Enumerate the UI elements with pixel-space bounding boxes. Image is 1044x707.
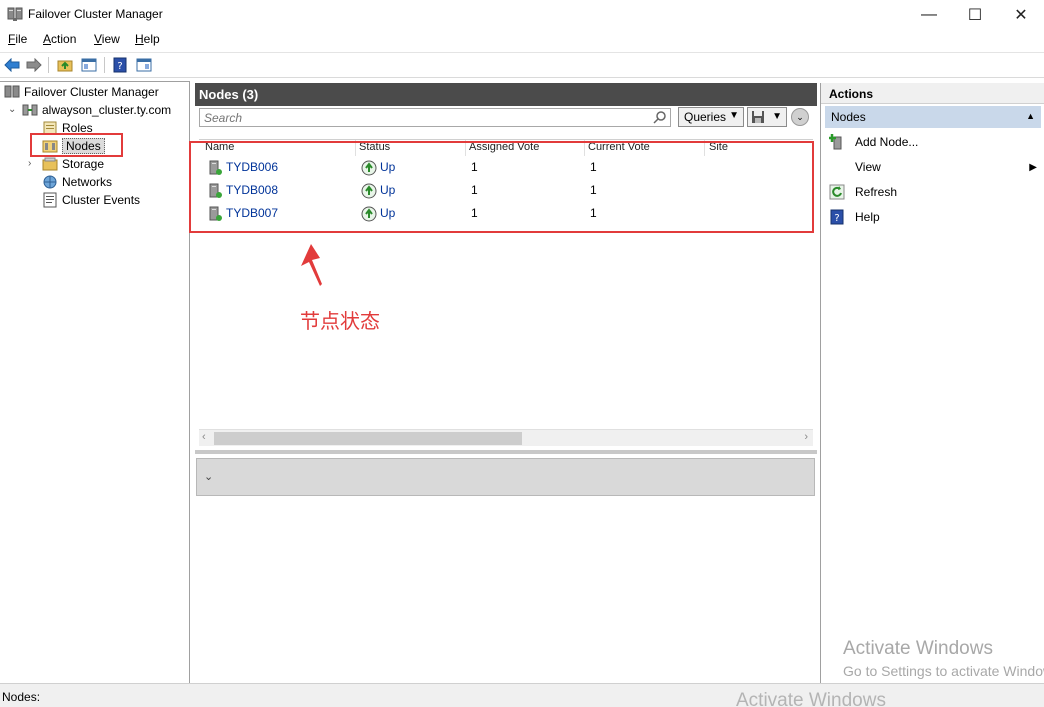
action-help[interactable]: ? Help (829, 207, 1041, 227)
annotation-arrow-icon (301, 244, 322, 286)
help-toolbar-button[interactable]: ? (111, 56, 129, 74)
annotation-box-grid (189, 141, 814, 233)
tree-root[interactable]: Failover Cluster Manager (4, 83, 159, 101)
storage-icon (42, 157, 58, 171)
scroll-right-icon[interactable]: › (804, 431, 808, 443)
search-input[interactable] (200, 109, 650, 126)
action-add-node[interactable]: Add Node... (829, 132, 1041, 152)
tree-root-label: Failover Cluster Manager (24, 85, 159, 99)
help-book-icon: ? (113, 57, 127, 73)
toolbar-separator (48, 57, 49, 73)
back-button[interactable] (3, 56, 21, 74)
toolbar-separator (104, 57, 105, 73)
actions-pane: Actions Nodes ▲ Add Node... View ▶ Refre… (820, 83, 1044, 683)
pane-title: Nodes (3) (195, 83, 817, 106)
actions-header: Actions (821, 83, 1044, 104)
chevron-down-icon[interactable]: ⌄ (204, 470, 213, 483)
chevron-down-icon: ⌄ (796, 111, 804, 122)
pane-splitter[interactable] (195, 450, 817, 454)
minimize-button[interactable]: — (906, 0, 952, 29)
tree-item-storage[interactable]: Storage (42, 155, 104, 173)
show-hide-tree-button[interactable] (80, 56, 98, 74)
annotation-text: 节点状态 (300, 309, 380, 333)
menu-bar: File Action View Help (0, 29, 1044, 51)
annotation-box-nodes (30, 133, 123, 157)
blank-icon (829, 159, 845, 175)
dropdown-arrow-icon: ▼ (729, 110, 739, 121)
menu-view[interactable]: View (94, 32, 120, 46)
menu-action[interactable]: Action (43, 32, 76, 46)
add-node-icon (829, 134, 842, 150)
activation-watermark-title: Activate Windows (843, 638, 993, 659)
console-tree: Failover Cluster Manager ⌄ alwayson_clus… (0, 81, 190, 683)
folder-up-icon (57, 60, 73, 72)
tree-item-label: Cluster Events (62, 193, 141, 207)
close-button[interactable]: ✕ (998, 0, 1044, 29)
back-arrow-icon (4, 58, 20, 72)
svg-text:?: ? (834, 213, 839, 224)
expand-cluster-icon[interactable]: ⌄ (8, 104, 16, 115)
expand-storage-icon[interactable]: › (28, 158, 31, 169)
scroll-left-icon[interactable]: ‹ (202, 431, 206, 443)
action-refresh[interactable]: Refresh (829, 182, 1041, 202)
svg-text:?: ? (117, 61, 122, 72)
show-hide-action-pane-button[interactable] (135, 56, 153, 74)
section-label: Nodes (831, 110, 866, 124)
tree-item-label: Storage (62, 157, 105, 171)
cluster-events-icon (43, 192, 57, 208)
tree-item-label: Networks (62, 175, 113, 189)
queries-dropdown[interactable]: Queries ▼ (678, 107, 744, 127)
submenu-arrow-icon: ▶ (1029, 161, 1037, 173)
tree-cluster[interactable]: alwayson_cluster.ty.com (22, 101, 171, 119)
action-label: Help (855, 210, 880, 224)
action-pane-icon (136, 58, 152, 72)
cluster-icon (22, 104, 38, 116)
console-tree-icon (81, 58, 97, 72)
menu-file[interactable]: File (8, 32, 27, 46)
action-label: Refresh (855, 185, 898, 199)
forward-button[interactable] (25, 56, 43, 74)
help-icon: ? (830, 209, 844, 225)
action-view[interactable]: View ▶ (829, 157, 1041, 177)
maximize-icon: ☐ (967, 6, 983, 24)
save-query-dropdown[interactable]: ▼ (747, 107, 787, 127)
window-title: Failover Cluster Manager (28, 7, 163, 21)
menu-help[interactable]: Help (135, 32, 160, 46)
maximize-button[interactable]: ☐ (952, 0, 998, 29)
tree-cluster-label: alwayson_cluster.ty.com (42, 103, 172, 117)
search-icon[interactable] (653, 110, 667, 124)
status-text: Nodes: (2, 690, 41, 704)
save-icon (752, 111, 764, 123)
minimize-icon: — (921, 5, 937, 23)
activation-watermark-overlay: Activate Windows (736, 690, 886, 707)
close-icon: ✕ (1014, 6, 1028, 24)
collapse-search-button[interactable]: ⌄ (791, 108, 809, 126)
title-bar: Failover Cluster Manager — ☐ ✕ (0, 0, 1044, 29)
queries-label: Queries (684, 110, 727, 124)
dropdown-arrow-icon: ▼ (772, 111, 782, 122)
collapse-arrow-icon[interactable]: ▲ (1026, 111, 1035, 121)
toolbar: ? (0, 52, 1044, 78)
networks-icon (43, 175, 57, 189)
details-pane-collapsed[interactable]: ⌄ (196, 458, 815, 496)
up-folder-button[interactable] (56, 56, 74, 74)
cluster-manager-icon (7, 7, 23, 21)
scrollbar-thumb[interactable] (214, 432, 522, 445)
search-box[interactable] (199, 108, 671, 127)
activation-watermark-subtitle: Go to Settings to activate Windows. (843, 663, 1044, 679)
status-bar: Nodes: Activate Windows (0, 683, 1044, 707)
actions-section-nodes[interactable]: Nodes ▲ (825, 106, 1041, 128)
forward-arrow-icon (26, 58, 42, 72)
action-label: View (855, 160, 881, 174)
tree-item-networks[interactable]: Networks (42, 173, 112, 191)
tree-item-cluster-events[interactable]: Cluster Events (42, 191, 140, 209)
action-label: Add Node... (855, 135, 919, 149)
horizontal-scrollbar[interactable]: ‹ › (199, 429, 813, 446)
cluster-manager-icon (4, 85, 20, 98)
refresh-icon (829, 184, 845, 200)
